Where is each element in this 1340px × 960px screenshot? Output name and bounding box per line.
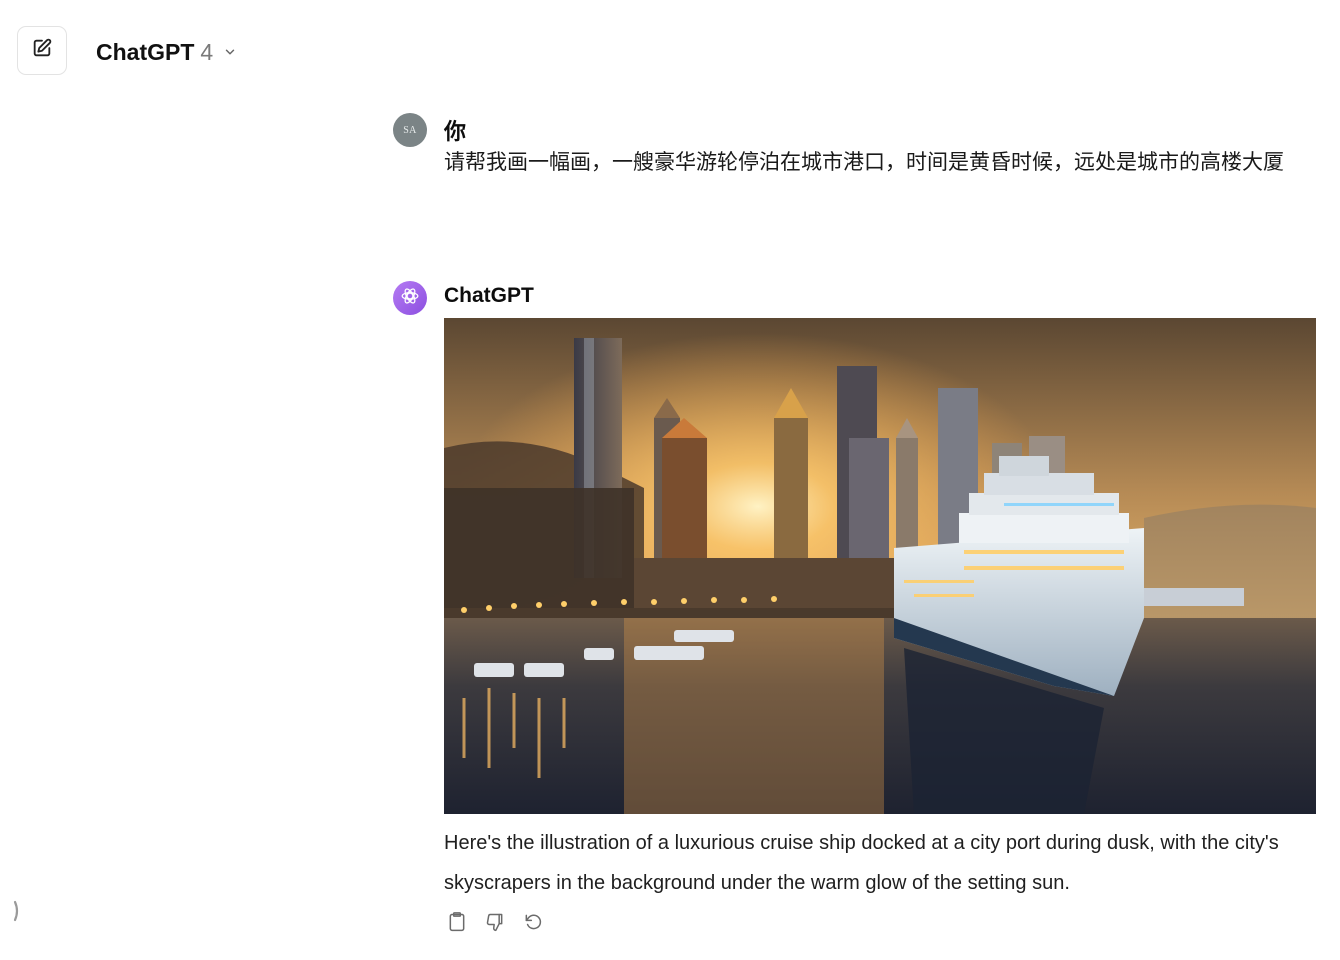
clipboard-icon[interactable] [446,910,467,934]
assistant-author-label: ChatGPT [444,284,534,307]
user-avatar: SA [393,113,427,147]
refresh-icon[interactable] [522,910,543,934]
user-avatar-initials: SA [403,124,417,136]
openai-logo-icon [399,285,421,312]
generated-image[interactable] [444,318,1316,814]
thumbs-down-icon[interactable] [484,910,505,934]
sidebar-toggle-button[interactable] [10,898,24,928]
message-actions [446,910,543,934]
chevron-down-icon [223,45,237,59]
chat-app: ChatGPT 4 SA 你 请帮我画一幅画，一艘豪华游轮停泊在城市港口，时间是… [0,0,1340,960]
chatgpt-avatar [393,281,427,315]
model-version: 4 [200,38,214,65]
edit-pencil-icon [31,37,53,64]
assistant-message-text: Here's the illustration of a luxurious c… [444,832,1279,894]
model-name: ChatGPT [96,38,195,65]
chevron-right-icon [12,898,22,929]
user-message-text: 请帮我画一幅画，一艘豪华游轮停泊在城市港口，时间是黄昏时候，远处是城市的高楼大厦 [444,151,1284,174]
user-author-label: 你 [444,119,467,144]
model-switcher[interactable]: ChatGPT 4 [96,36,237,68]
new-chat-button[interactable] [17,26,67,75]
